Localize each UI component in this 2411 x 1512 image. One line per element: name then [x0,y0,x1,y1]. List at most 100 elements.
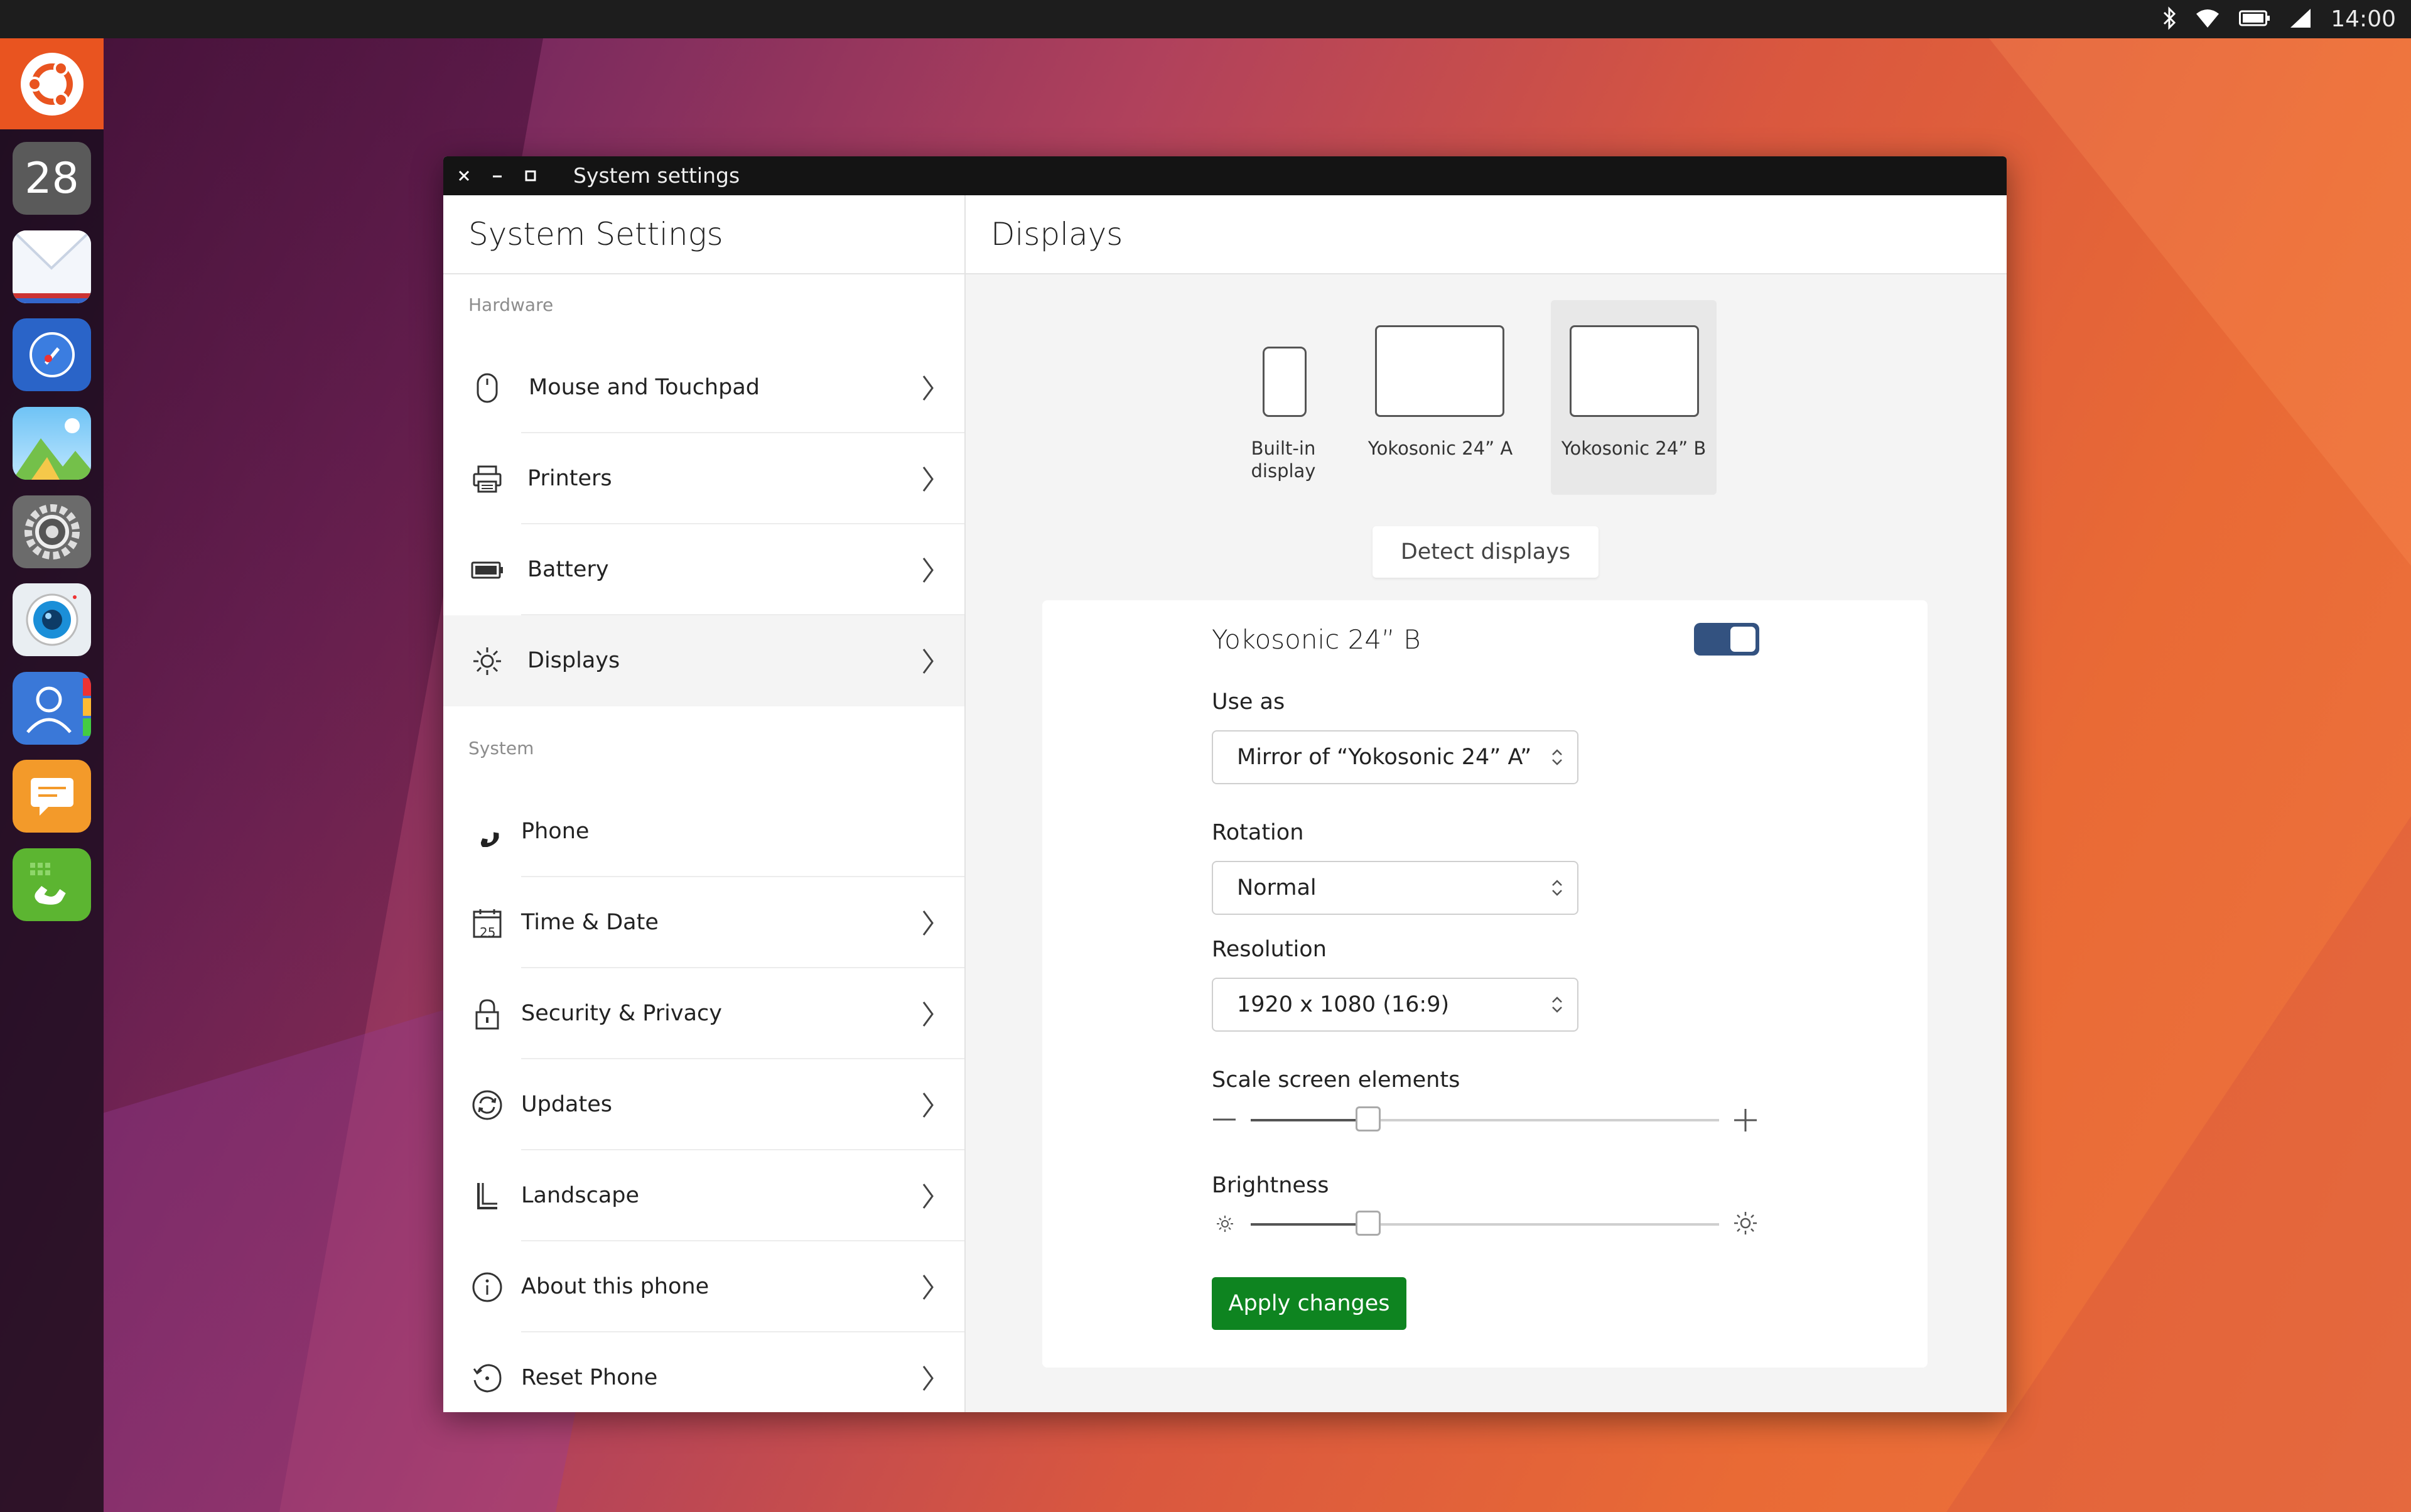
sync-icon [468,1059,506,1150]
brightness-icon [468,615,506,706]
chevron-right-icon [922,342,934,433]
window-titlebar[interactable]: System settings [443,156,2007,195]
ubuntu-logo-icon[interactable] [0,38,104,129]
lock-icon [468,968,506,1059]
sidebar-item-printers[interactable]: Printers [443,433,964,524]
phone-icon [468,786,506,877]
section-label-hardware: Hardware [468,294,554,315]
rotation-value: Normal [1237,875,1317,900]
brightness-high-icon[interactable] [1733,1211,1758,1238]
calendar-icon: 25 [468,877,506,968]
sidebar-item-security-and-privacy[interactable]: Security & Privacy [443,968,964,1059]
mail-icon[interactable] [13,230,91,303]
settings-sidebar: System Settings Hardware Mouse and Touch… [443,195,966,1412]
calendar-date-text: 25 [480,925,496,940]
detect-displays-button[interactable]: Detect displays [1373,526,1599,578]
display-label-line: display [1251,460,1316,482]
display-option-yokosonic-a[interactable]: Yokosonic 24” A [1357,300,1523,495]
sidebar-item-label: Phone [521,819,590,844]
battery-icon [468,524,506,615]
updown-chevron-icon [1552,996,1562,1013]
chevron-right-icon [922,1059,934,1150]
signal-icon[interactable] [2289,8,2312,31]
sidebar-item-displays[interactable]: Displays [443,615,964,706]
top-status-bar: 14:00 [0,0,2411,38]
resolution-select[interactable]: 1920 x 1080 (16:9) [1212,978,1578,1032]
sidebar-item-label: Printers [527,466,612,491]
battery-icon[interactable] [2239,9,2270,30]
scale-slider[interactable] [1251,1101,1719,1139]
sidebar-item-time-and-date[interactable]: 25 Time & Date [443,877,964,968]
apply-changes-button[interactable]: Apply changes [1212,1277,1406,1330]
phone-app-icon[interactable] [13,848,91,921]
section-label-system: System [468,738,534,759]
maximize-icon[interactable] [517,163,544,189]
gallery-icon[interactable] [13,407,91,480]
chevron-right-icon [922,615,934,706]
use-as-label: Use as [1212,689,1285,715]
slider-thumb[interactable] [1356,1106,1381,1131]
resolution-label: Resolution [1212,937,1327,962]
chevron-right-icon [922,1332,934,1412]
rotation-label: Rotation [1212,820,1304,845]
display-option-built-in[interactable]: Built-in display [1200,300,1366,495]
bluetooth-icon[interactable] [2162,6,2176,33]
chevron-right-icon [922,1241,934,1332]
slider-thumb[interactable] [1356,1211,1381,1236]
messaging-icon[interactable] [13,760,91,833]
sidebar-item-mouse-and-touchpad[interactable]: Mouse and Touchpad [443,342,964,433]
settings-icon[interactable] [13,495,91,568]
contacts-icon[interactable] [13,672,91,745]
minus-icon[interactable] [1212,1110,1237,1131]
camera-icon[interactable] [13,583,91,656]
sidebar-item-label: Security & Privacy [521,1001,722,1026]
printer-icon [468,433,506,524]
monitor-icon [1375,325,1504,417]
calendar-day: 28 [24,153,79,203]
updown-chevron-icon [1552,749,1562,765]
chevron-right-icon [922,524,934,615]
brightness-low-icon[interactable] [1216,1214,1234,1236]
sidebar-item-label: Mouse and Touchpad [529,375,760,400]
slider-fill [1251,1119,1368,1121]
close-icon[interactable] [451,163,477,189]
sidebar-item-about-this-phone[interactable]: About this phone [443,1241,964,1332]
display-option-yokosonic-b[interactable]: Yokosonic 24” B [1551,300,1717,495]
plus-icon[interactable] [1733,1108,1758,1135]
selected-display-name: Yokosonic 24” B [1212,624,1421,655]
sidebar-item-label: Time & Date [521,910,659,935]
display-label-line: Built-in [1251,438,1316,459]
display-option-label: Built-in display [1200,437,1366,482]
displays-header: Displays [966,195,2007,274]
sidebar-item-label: Displays [527,648,620,673]
calendar-icon[interactable]: 28 [13,142,91,215]
sidebar-item-phone[interactable]: Phone [443,786,964,877]
sidebar-header: System Settings [443,195,964,274]
minimize-icon[interactable] [484,163,510,189]
chevron-right-icon [922,1150,934,1241]
launcher: 28 [0,38,104,1512]
monitor-icon [1570,325,1699,417]
rotation-select[interactable]: Normal [1212,861,1578,915]
brightness-slider[interactable] [1251,1206,1719,1243]
sidebar-item-reset-phone[interactable]: Reset Phone [443,1332,964,1412]
clock[interactable]: 14:00 [2331,6,2396,32]
display-option-label: Yokosonic 24” A [1367,438,1513,459]
sidebar-item-label: About this phone [521,1274,709,1299]
sidebar-item-battery[interactable]: Battery [443,524,964,615]
browser-icon[interactable] [13,318,91,391]
mouse-icon [468,342,506,433]
display-option-label: Yokosonic 24” B [1561,438,1707,459]
indicator-area: 14:00 [2162,0,2396,38]
phone-device-icon [1263,347,1307,417]
sidebar-item-updates[interactable]: Updates [443,1059,964,1150]
toggle-knob [1730,627,1756,652]
sidebar-item-landscape[interactable]: Landscape [443,1150,964,1241]
sidebar-title: System Settings [468,216,723,252]
sidebar-item-label: Updates [521,1092,612,1117]
display-enabled-toggle[interactable] [1694,623,1759,656]
updown-chevron-icon [1552,880,1562,896]
wifi-icon[interactable] [2195,8,2220,31]
use-as-select[interactable]: Mirror of “Yokosonic 24” A” [1212,730,1578,784]
use-as-value: Mirror of “Yokosonic 24” A” [1237,745,1532,770]
